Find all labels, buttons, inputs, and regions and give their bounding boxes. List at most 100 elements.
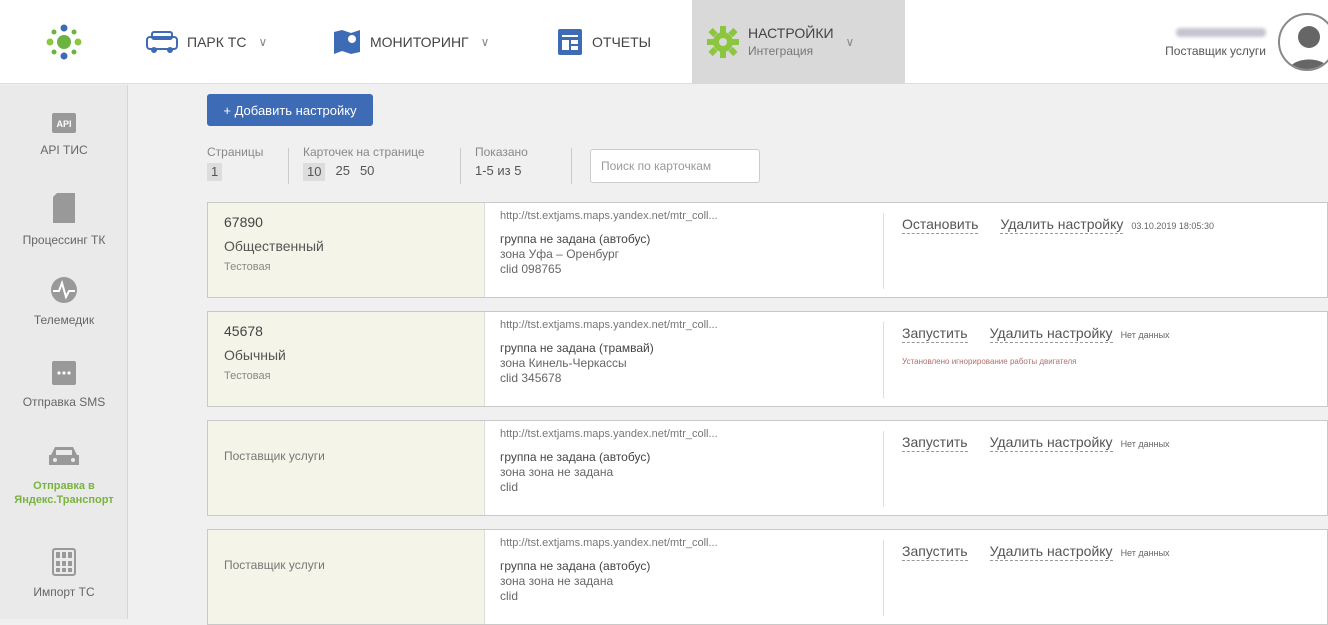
pages-label: Страницы bbox=[207, 145, 264, 159]
chevron-down-icon: ∨ bbox=[480, 35, 490, 49]
card-env: Тестовая bbox=[224, 370, 271, 382]
user-menu[interactable]: Поставщик услуги bbox=[1165, 0, 1328, 84]
user-name-blurred bbox=[1176, 28, 1266, 37]
sidebar-item-import[interactable]: Импорт ТС bbox=[0, 547, 128, 599]
nav-settings[interactable]: НАСТРОЙКИ Интеграция ∨ bbox=[692, 0, 905, 84]
divider bbox=[883, 540, 884, 616]
sidebar-item-processing[interactable]: Процессинг ТК bbox=[0, 191, 128, 247]
card-url: http://tst.extjams.maps.yandex.net/mtr_c… bbox=[500, 319, 718, 331]
page-number[interactable]: 1 bbox=[207, 163, 223, 181]
card-note: Установлено игнорирование работы двигате… bbox=[902, 357, 1077, 366]
pages-block: Страницы 1 bbox=[207, 144, 263, 181]
sidebar-item-label: Импорт ТС bbox=[33, 585, 95, 599]
card-clid: clid 345678 bbox=[500, 371, 562, 385]
search-input[interactable] bbox=[590, 149, 760, 183]
card-icon bbox=[53, 193, 75, 223]
per-page-label: Карточек на странице bbox=[303, 145, 425, 159]
avatar[interactable] bbox=[1278, 13, 1328, 71]
card-url: http://tst.extjams.maps.yandex.net/mtr_c… bbox=[500, 537, 718, 549]
sidebar: API API ТИС Процессинг ТК Телемедик Отпр… bbox=[0, 85, 128, 619]
sidebar-item-sms[interactable]: Отправка SMS bbox=[0, 359, 128, 409]
chevron-down-icon: ∨ bbox=[845, 35, 855, 49]
nav-settings-sub: Интеграция bbox=[748, 44, 814, 58]
shown-label: Показано bbox=[475, 145, 528, 159]
sidebar-item-label: Телемедик bbox=[33, 313, 95, 327]
nav-reports[interactable]: ОТЧЕТЫ bbox=[556, 0, 651, 84]
card-id: 45678 bbox=[224, 323, 263, 339]
pulse-icon bbox=[51, 277, 77, 303]
map-pin-icon bbox=[332, 28, 362, 56]
start-link[interactable]: Запустить bbox=[902, 433, 968, 452]
sidebar-item-label: Отправка SMS bbox=[22, 395, 106, 409]
nav-settings-label: НАСТРОЙКИ bbox=[748, 25, 834, 41]
start-link[interactable]: Запустить bbox=[902, 542, 968, 561]
chevron-down-icon: ∨ bbox=[258, 35, 268, 49]
card-url: http://tst.extjams.maps.yandex.net/mtr_c… bbox=[500, 428, 718, 440]
nav-monitoring-label: МОНИТОРИНГ bbox=[370, 34, 469, 50]
nav-monitoring[interactable]: МОНИТОРИНГ ∨ bbox=[332, 0, 489, 84]
card-clid: clid bbox=[500, 480, 519, 494]
card-env: Тестовая bbox=[224, 261, 271, 273]
user-icon bbox=[1289, 26, 1328, 69]
card-zone: зона зона не задана bbox=[500, 465, 614, 479]
vehicles-icon bbox=[145, 29, 179, 55]
card-id: 67890 bbox=[224, 214, 263, 230]
start-link[interactable]: Запустить bbox=[902, 324, 968, 343]
sidebar-item-label: Отправка в Яндекс.Транспорт bbox=[14, 480, 114, 506]
card-group: группа не задана (автобус) bbox=[500, 559, 651, 573]
svg-text:API: API bbox=[56, 119, 71, 129]
settings-card: 45678 Обычный Тестовая http://tst.extjam… bbox=[207, 311, 1328, 407]
sidebar-item-label: Процессинг ТК bbox=[22, 233, 106, 247]
add-setting-button[interactable]: + Добавить настройку bbox=[207, 94, 373, 126]
sidebar-item-yandex-transport[interactable]: Отправка в Яндекс.Транспорт bbox=[0, 443, 128, 507]
sidebar-item-api[interactable]: API API ТИС bbox=[0, 111, 128, 157]
divider bbox=[883, 213, 884, 289]
divider bbox=[288, 148, 289, 184]
card-date: Нет данных bbox=[1120, 330, 1170, 340]
delete-setting-link[interactable]: Удалить настройку bbox=[989, 324, 1113, 343]
divider bbox=[460, 148, 461, 184]
import-icon bbox=[52, 548, 76, 576]
card-provider: Поставщик услуги bbox=[224, 449, 325, 463]
logo-icon bbox=[46, 24, 82, 60]
card-url: http://tst.extjams.maps.yandex.net/mtr_c… bbox=[500, 210, 718, 222]
divider bbox=[883, 431, 884, 507]
stop-link[interactable]: Остановить bbox=[902, 215, 979, 234]
settings-card: Поставщик услуги http://tst.extjams.maps… bbox=[207, 529, 1328, 625]
delete-setting-link[interactable]: Удалить настройку bbox=[989, 433, 1113, 452]
delete-setting-link[interactable]: Удалить настройку bbox=[1000, 215, 1124, 234]
sidebar-item-telemedic[interactable]: Телемедик bbox=[0, 275, 128, 327]
nav-park-label: ПАРК ТС bbox=[187, 34, 247, 50]
gear-icon bbox=[706, 25, 740, 59]
nav-reports-label: ОТЧЕТЫ bbox=[592, 34, 652, 50]
sms-icon bbox=[52, 361, 76, 385]
settings-card: Поставщик услуги http://tst.extjams.maps… bbox=[207, 420, 1328, 516]
card-zone: зона Кинель-Черкассы bbox=[500, 356, 627, 370]
card-date: 03.10.2019 18:05:30 bbox=[1131, 221, 1214, 231]
per-page-option[interactable]: 25 bbox=[335, 163, 349, 181]
api-icon: API bbox=[52, 113, 76, 133]
shown-block: Показано 1-5 из 5 bbox=[475, 144, 528, 179]
card-group: группа не задана (автобус) bbox=[500, 232, 651, 246]
nav-park[interactable]: ПАРК ТС ∨ bbox=[145, 0, 267, 84]
card-clid: clid bbox=[500, 589, 519, 603]
card-date: Нет данных bbox=[1120, 548, 1170, 558]
top-navbar: ПАРК ТС ∨ МОНИТОРИНГ ∨ ОТЧЕТЫ НАСТРОЙКИ … bbox=[0, 0, 1328, 84]
divider bbox=[883, 322, 884, 398]
logo[interactable] bbox=[0, 0, 128, 84]
card-provider: Поставщик услуги bbox=[224, 558, 325, 572]
card-zone: зона Уфа – Оренбург bbox=[500, 247, 620, 261]
divider bbox=[571, 148, 572, 184]
shown-value: 1-5 из 5 bbox=[475, 163, 522, 178]
card-date: Нет данных bbox=[1120, 439, 1170, 449]
per-page-option[interactable]: 10 bbox=[303, 163, 326, 181]
card-group: группа не задана (автобус) bbox=[500, 450, 651, 464]
card-type: Общественный bbox=[224, 238, 324, 254]
user-role: Поставщик услуги bbox=[1165, 44, 1266, 58]
card-zone: зона зона не задана bbox=[500, 574, 614, 588]
per-page-option[interactable]: 50 bbox=[360, 163, 374, 181]
report-icon bbox=[556, 27, 584, 57]
sidebar-item-label: API ТИС bbox=[40, 143, 88, 157]
delete-setting-link[interactable]: Удалить настройку bbox=[989, 542, 1113, 561]
per-page-block: Карточек на странице 10 25 50 bbox=[303, 144, 425, 181]
